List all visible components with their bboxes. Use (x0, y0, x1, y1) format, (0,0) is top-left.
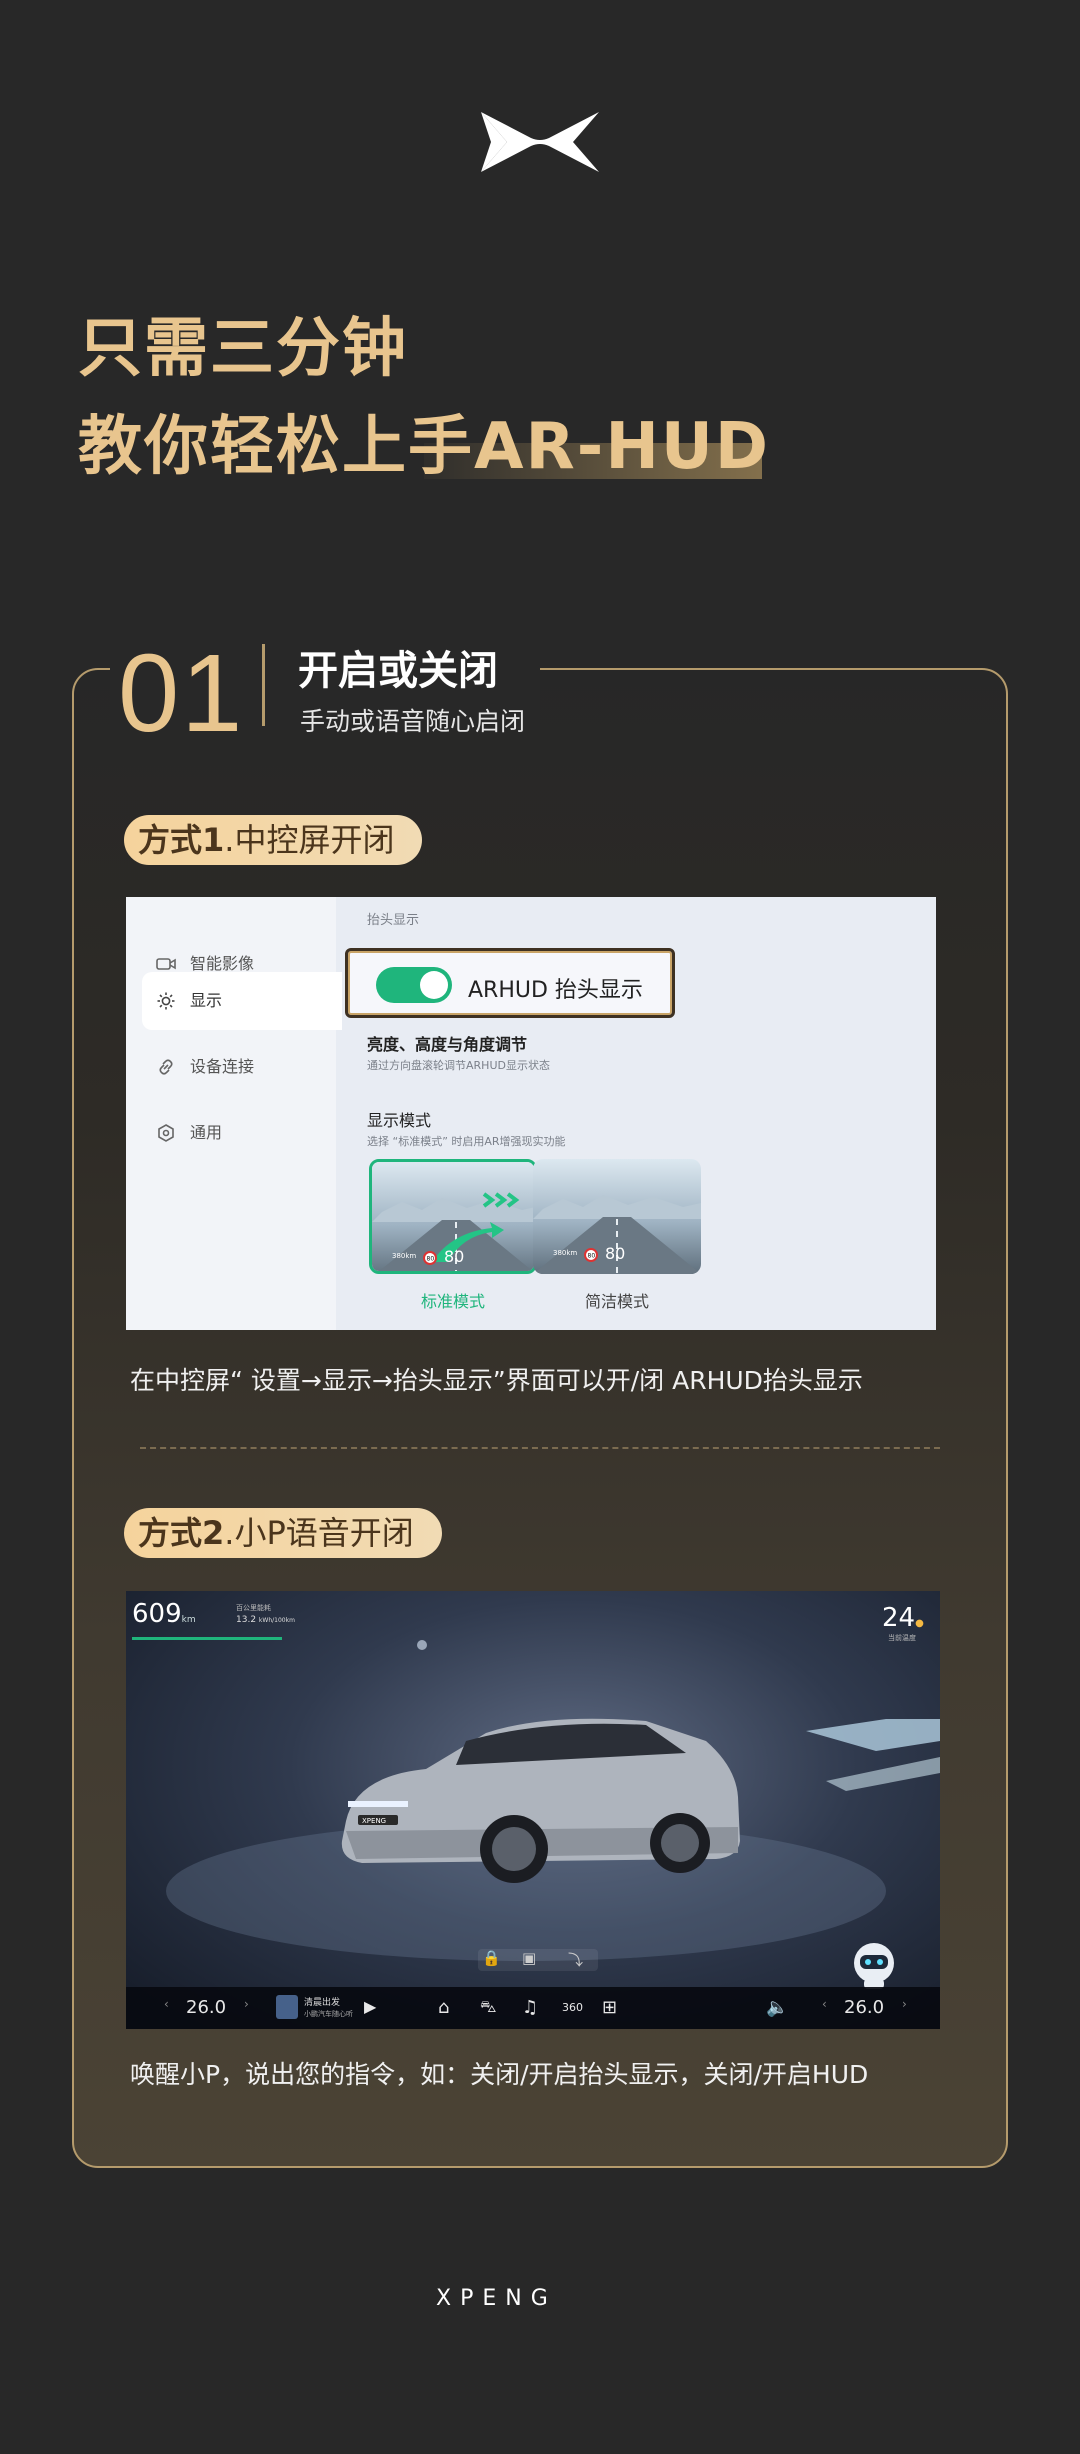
hud-speed-simple: 80 (605, 1244, 625, 1263)
energy-value: 13.2 kWh/100km (236, 1615, 295, 1625)
mode-label-simple: 简洁模式 (584, 1292, 649, 1311)
settings-screenshot: 智能影像 显示 设备连接 通用 抬头显示 ARHUD 抬头显示 亮度、高度与角度… (126, 897, 936, 1330)
camera-360-icon[interactable]: 360 (562, 2001, 583, 2014)
album-art[interactable] (276, 1995, 298, 2019)
temp-value: 24 (882, 1603, 916, 1633)
wiper-icon[interactable]: ⤵ (568, 1949, 583, 1970)
range-bar (132, 1637, 282, 1640)
sidebar-item-general[interactable]: 通用 (142, 1104, 342, 1162)
section-subtitle: 手动或语音随心启闭 (300, 707, 526, 736)
arhud-toggle-row[interactable]: ARHUD 抬头显示 (345, 948, 675, 1018)
range-unit: km (181, 1615, 196, 1625)
temp-left-down-icon[interactable]: ‹ (164, 1997, 169, 2011)
toggle-knob (420, 971, 448, 999)
method1-pill-text: .中控屏开闭 (224, 821, 395, 859)
right-temp: 26.0 (844, 1997, 885, 2018)
range-number: 609 (132, 1599, 182, 1629)
park-icon[interactable]: ▣ (522, 1949, 536, 1967)
hud-limit-simple: 80 (588, 1253, 596, 1260)
headline-line-1: 只需三分钟 (78, 312, 408, 386)
car-icon[interactable]: ⛍ (480, 1997, 497, 2018)
brightness-icon (157, 992, 175, 1010)
temp-right-down-icon[interactable]: ‹ (822, 1997, 827, 2011)
mode-label-standard: 标准模式 (420, 1292, 485, 1311)
energy-label: 百公里能耗 (236, 1604, 271, 1612)
media-subtitle: 小鹏汽车随心听 (304, 2010, 353, 2018)
method2-pill: 方式2.小P语音开闭 (124, 1508, 442, 1558)
link-icon (159, 1059, 173, 1075)
sidebar-item-label: 设备连接 (190, 1057, 255, 1076)
energy-unit: kWh/100km (258, 1617, 295, 1624)
settings-sidebar: 智能影像 显示 设备连接 通用 (126, 897, 342, 1330)
section-title: 开启或关闭 (298, 648, 498, 694)
car-plate: XPENG (362, 1817, 386, 1825)
camera-icon (156, 958, 176, 970)
sun-icon: ● (915, 1618, 924, 1629)
method2-pill-text: .小P语音开闭 (224, 1514, 414, 1552)
section-divider (262, 644, 265, 726)
temp-sub: 当前温度 (888, 1634, 916, 1642)
hud-preview-simple: 380km 80 80 (533, 1159, 701, 1274)
settings-hex-icon (158, 1124, 174, 1142)
hud-limit-standard: 80 (427, 1256, 435, 1263)
method1-pill-bold: 方式1 (138, 821, 225, 859)
sidebar-item-device-connect[interactable]: 设备连接 (142, 1038, 342, 1096)
media-title: 清晨出发 (304, 1998, 341, 2008)
method2-caption: 唤醒小P，说出您的指令，如：关闭/开启抬头显示，关闭/开启HUD (130, 2060, 869, 2089)
range-value: 609km (132, 1599, 196, 1629)
energy-number: 13.2 (236, 1615, 257, 1625)
play-icon[interactable]: ▶ (364, 1997, 376, 2016)
bottom-dock: ‹ 26.0 › 清晨出发 小鹏汽车随心听 ▶ ⌂ ⛍ ♫ 360 ⊞ 🔈 ‹ … (126, 1987, 940, 2029)
mode-title: 显示模式 (367, 1111, 432, 1130)
mode-desc: 选择 “标准模式” 时启用AR增强现实功能 (367, 1135, 566, 1148)
mode-card-standard[interactable]: 380km 80 80 (369, 1159, 537, 1274)
headline: 只需三分钟 教你轻松上手AR-HUD (78, 300, 770, 496)
apps-icon[interactable]: ⊞ (602, 1997, 617, 2018)
hud-dist-standard: 380km (392, 1252, 416, 1260)
method1-pill: 方式1.中控屏开闭 (124, 815, 423, 865)
sidebar-item-display[interactable]: 显示 (142, 972, 342, 1030)
brightness-desc: 通过方向盘滚轮调节ARHUD显示状态 (367, 1059, 550, 1072)
sidebar-item-label: 通用 (190, 1123, 223, 1142)
wordmark-text: XPENG (436, 2286, 557, 2309)
voice-screenshot: XPENG 609km 百公里能耗 13.2 kWh/100km 24● 当前温… (126, 1591, 940, 2029)
hud-speed-standard: 80 (444, 1247, 464, 1266)
panel-header: 抬头显示 (367, 913, 420, 928)
method1-caption: 在中控屏“ 设置→显示→抬头显示”界面可以开/闭 ARHUD抬头显示 (130, 1366, 863, 1395)
headline-line-2: 教你轻松上手AR-HUD (78, 410, 771, 484)
section-number: 01 (118, 632, 245, 755)
method2-pill-bold: 方式2 (138, 1514, 225, 1552)
temp-right-up-icon[interactable]: › (902, 1997, 907, 2011)
home-icon[interactable]: ⌂ (438, 1997, 449, 2018)
music-icon[interactable]: ♫ (522, 1997, 538, 2018)
section-dashed-divider (140, 1447, 940, 1449)
arhud-toggle[interactable] (376, 967, 452, 1003)
hud-preview-standard: 380km 80 80 (372, 1162, 534, 1271)
hud-dist-simple: 380km (553, 1249, 577, 1257)
sidebar-item-label: 显示 (190, 991, 223, 1010)
temp-left-up-icon[interactable]: › (244, 1997, 249, 2011)
arhud-toggle-label: ARHUD 抬头显示 (468, 978, 643, 1003)
xpeng-wordmark: XPENG (436, 2286, 557, 2309)
mode-card-simple[interactable]: 380km 80 80 (533, 1159, 701, 1274)
sidebar-item-label: 智能影像 (190, 954, 255, 973)
temperature: 24● (882, 1603, 924, 1633)
lock-icon[interactable]: 🔒 (482, 1949, 501, 1967)
brightness-title: 亮度、高度与角度调节 (367, 1035, 528, 1054)
xpeng-x-logo-icon (481, 112, 599, 172)
volume-icon[interactable]: 🔈 (766, 1997, 788, 2018)
left-temp: 26.0 (186, 1997, 227, 2018)
